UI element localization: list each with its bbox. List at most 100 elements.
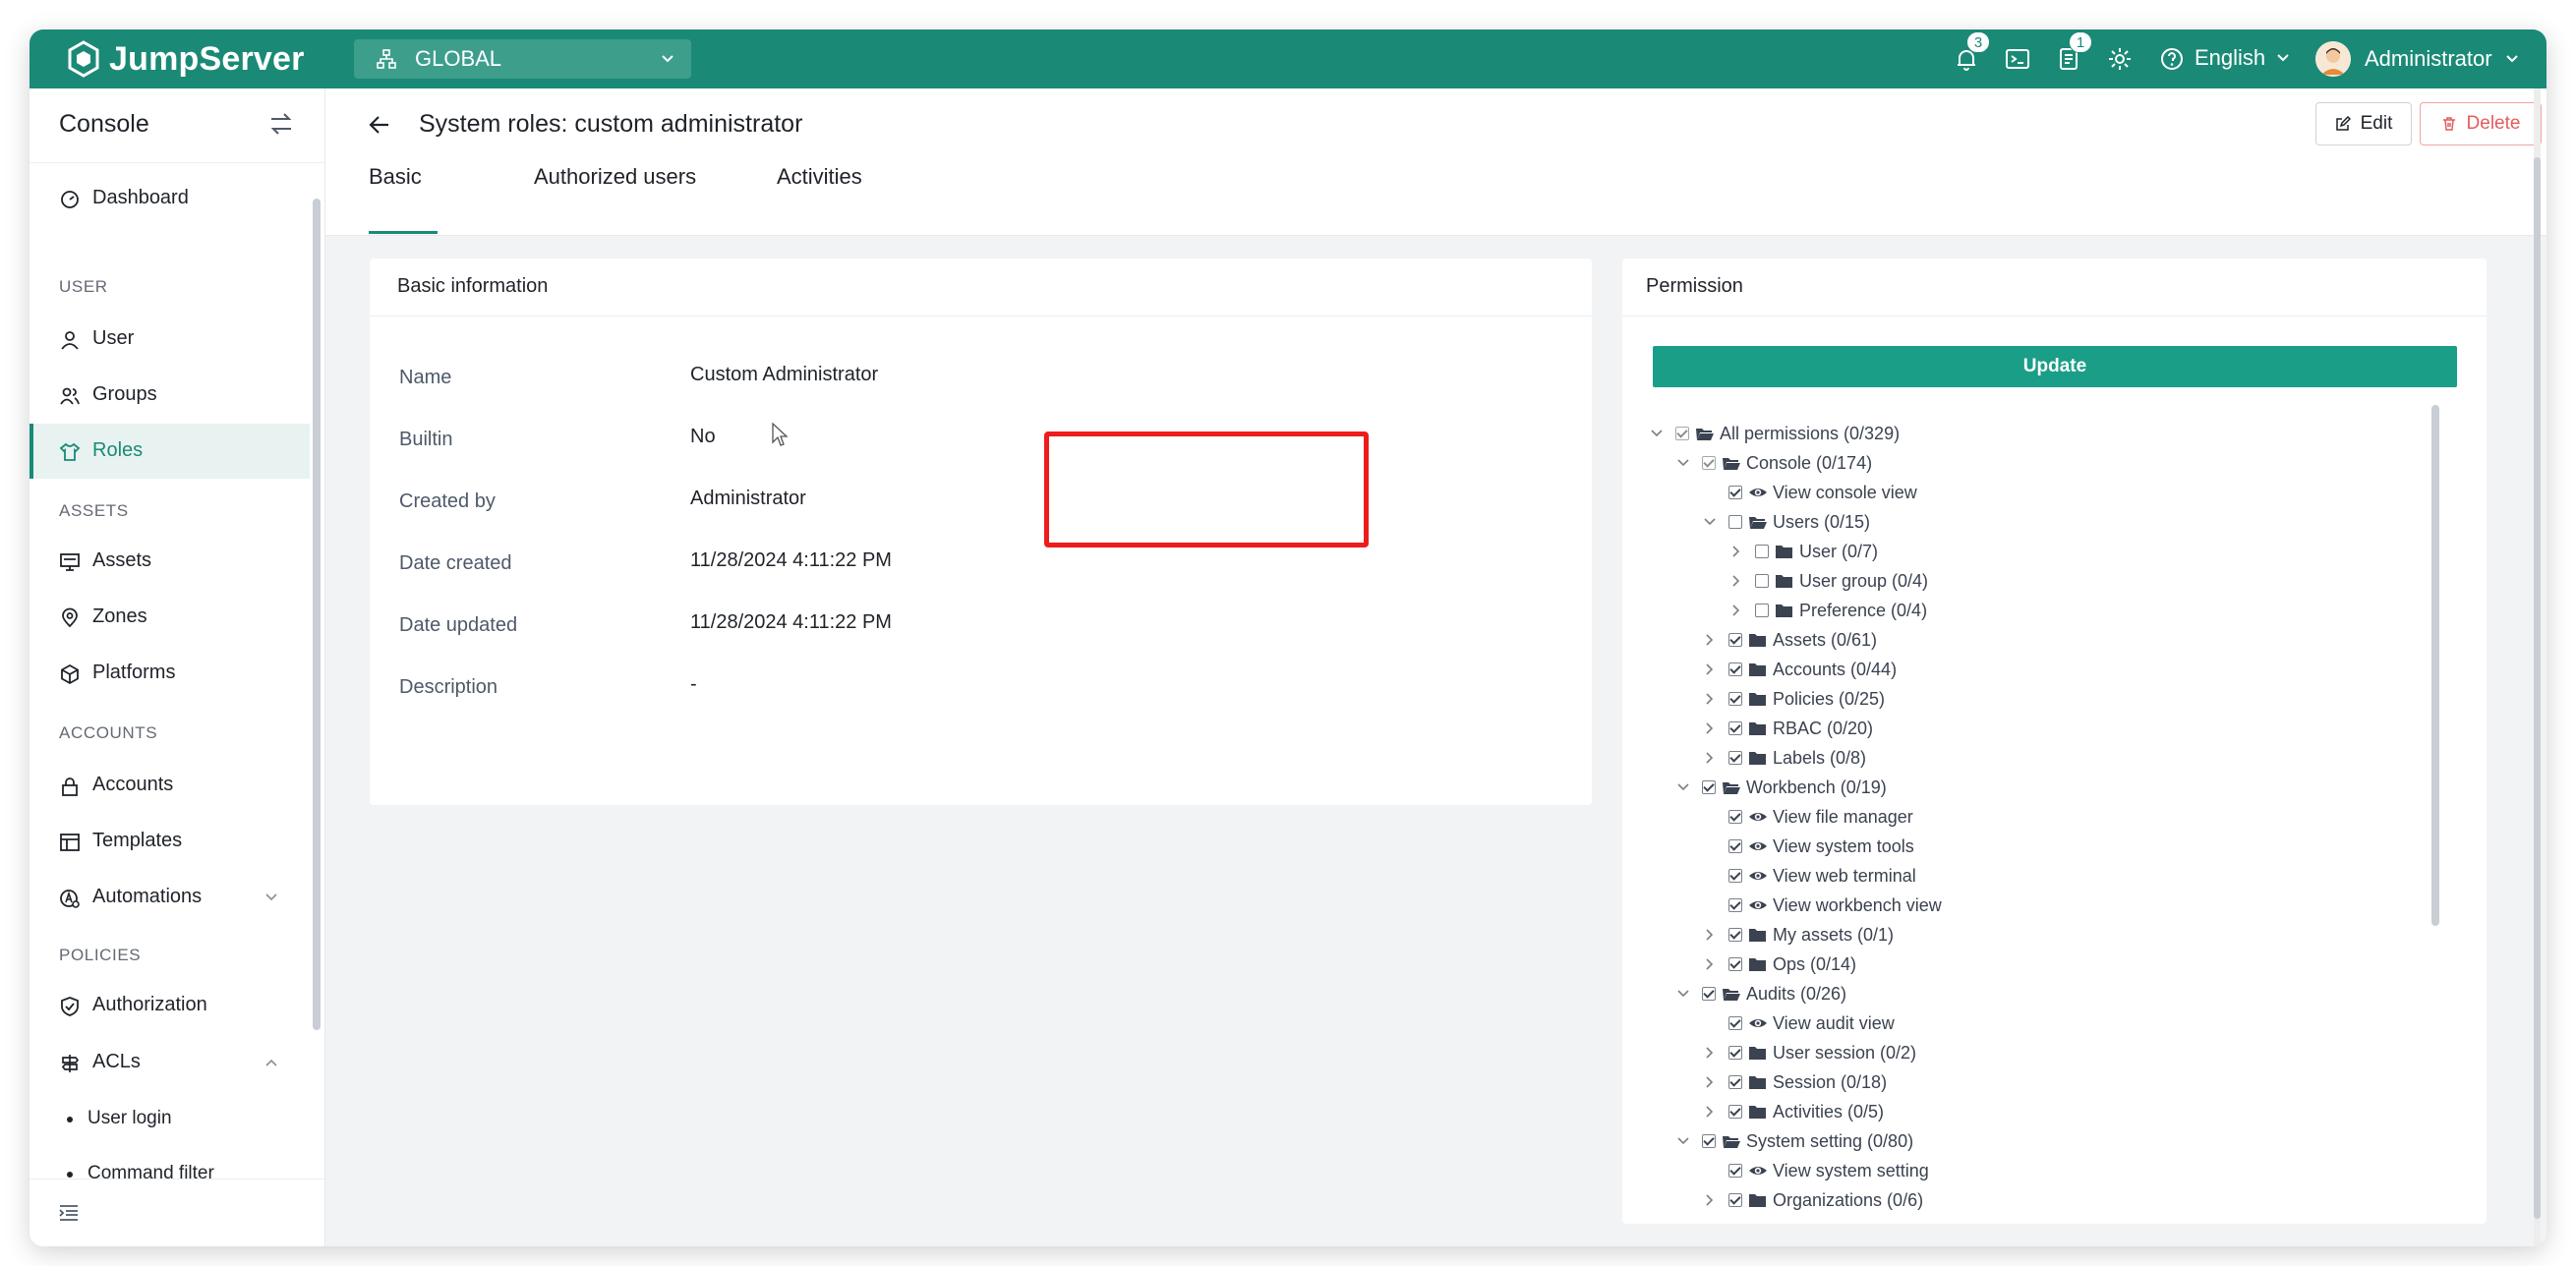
tab-authorized-users[interactable]: Authorized users: [534, 164, 696, 190]
chevron-down-icon[interactable]: [1676, 456, 1690, 470]
tree-node-checkbox[interactable]: [1728, 869, 1742, 883]
tab-basic[interactable]: Basic: [369, 164, 422, 190]
sidebar-item-roles[interactable]: Roles: [29, 424, 310, 479]
tickets-button[interactable]: 1: [2055, 31, 2092, 73]
arrow-left-icon[interactable]: [367, 112, 392, 138]
tree-node-checkbox[interactable]: [1728, 898, 1742, 912]
tree-node-checkbox[interactable]: [1755, 574, 1769, 588]
tab-activities[interactable]: Activities: [777, 164, 862, 190]
tree-node[interactable]: Policies (0/25): [1703, 684, 1885, 714]
chevron-right-icon[interactable]: [1703, 1105, 1717, 1119]
tree-scrollbar[interactable]: [2431, 405, 2439, 926]
tree-node-checkbox[interactable]: [1675, 427, 1689, 440]
tree-node[interactable]: View console view: [1703, 478, 1917, 507]
tree-node-checkbox[interactable]: [1728, 1164, 1742, 1178]
tree-node[interactable]: View file manager: [1703, 802, 1913, 832]
tree-node[interactable]: View web terminal: [1703, 861, 1916, 891]
chevron-right-icon[interactable]: [1703, 633, 1717, 647]
chevron-down-icon[interactable]: [1676, 1134, 1690, 1148]
collapse-menu-icon[interactable]: [57, 1201, 81, 1225]
tree-node-checkbox[interactable]: [1755, 604, 1769, 617]
tree-node[interactable]: User session (0/2): [1703, 1038, 1916, 1067]
tree-node-checkbox[interactable]: [1728, 928, 1742, 942]
tree-node[interactable]: Assets (0/61): [1703, 625, 1877, 655]
chevron-right-icon[interactable]: [1703, 721, 1717, 735]
tree-node-checkbox[interactable]: [1728, 1075, 1742, 1089]
sidebar-item-assets[interactable]: Assets: [29, 534, 310, 589]
organization-select[interactable]: GLOBAL: [354, 39, 691, 79]
delete-button[interactable]: Delete: [2420, 102, 2542, 145]
user-menu[interactable]: Administrator: [2315, 41, 2520, 77]
sidebar-item-acls[interactable]: ACLs: [29, 1035, 310, 1090]
chevron-right-icon[interactable]: [1703, 1046, 1717, 1060]
tree-node[interactable]: System setting (0/80): [1676, 1126, 1913, 1156]
chevron-right-icon[interactable]: [1703, 692, 1717, 706]
sidebar-item-user[interactable]: User: [29, 312, 310, 367]
chevron-right-icon[interactable]: [1703, 957, 1717, 971]
tree-node-checkbox[interactable]: [1728, 1046, 1742, 1060]
tree-node[interactable]: Workbench (0/19): [1676, 773, 1887, 802]
tree-node[interactable]: Activities (0/5): [1703, 1097, 1884, 1126]
tree-node[interactable]: My assets (0/1): [1703, 920, 1894, 950]
tree-node[interactable]: Preference (0/4): [1729, 596, 1927, 625]
update-button[interactable]: Update: [1653, 346, 2457, 387]
main-scrollbar[interactable]: [2534, 88, 2541, 1246]
chevron-down-icon[interactable]: [1703, 515, 1717, 529]
sidebar-item-authorization[interactable]: Authorization: [29, 978, 310, 1033]
chevron-right-icon[interactable]: [1729, 574, 1743, 588]
settings-button[interactable]: [2106, 45, 2134, 73]
tree-node[interactable]: Session (0/18): [1703, 1067, 1887, 1097]
tree-node-checkbox[interactable]: [1728, 839, 1742, 853]
sidebar-item-dashboard[interactable]: Dashboard: [29, 171, 310, 226]
tree-node[interactable]: View workbench view: [1703, 891, 1942, 920]
sidebar-item-automations[interactable]: Automations: [29, 870, 310, 925]
tree-node-checkbox[interactable]: [1755, 545, 1769, 558]
tree-node[interactable]: View system setting: [1703, 1156, 1929, 1185]
tree-node-checkbox[interactable]: [1728, 810, 1742, 824]
chevron-down-icon[interactable]: [1650, 427, 1664, 440]
sidebar-item-zones[interactable]: Zones: [29, 590, 310, 645]
edit-button[interactable]: Edit: [2315, 102, 2412, 145]
language-select[interactable]: English: [2195, 45, 2291, 71]
tree-node-checkbox[interactable]: [1702, 987, 1716, 1001]
sidebar-subitem-user-login[interactable]: User login: [29, 1095, 310, 1144]
chevron-right-icon[interactable]: [1703, 751, 1717, 765]
tree-node[interactable]: View audit view: [1703, 1008, 1895, 1038]
tree-node-checkbox[interactable]: [1728, 1105, 1742, 1119]
tree-node[interactable]: View system tools: [1703, 832, 1914, 861]
web-terminal-button[interactable]: [2004, 45, 2031, 73]
chevron-right-icon[interactable]: [1703, 1193, 1717, 1207]
brand-logo[interactable]: JumpServer: [64, 39, 305, 79]
sidebar-item-accounts[interactable]: Accounts: [29, 758, 310, 813]
tree-node-checkbox[interactable]: [1728, 692, 1742, 706]
tree-node[interactable]: Labels (0/8): [1703, 743, 1866, 773]
notifications-button[interactable]: 3: [1953, 31, 1990, 73]
tree-node[interactable]: Accounts (0/44): [1703, 655, 1897, 684]
tree-node[interactable]: Audits (0/26): [1676, 979, 1846, 1008]
chevron-right-icon[interactable]: [1703, 662, 1717, 676]
chevron-right-icon[interactable]: [1729, 545, 1743, 558]
switch-view-icon[interactable]: [267, 110, 295, 138]
tree-node-checkbox[interactable]: [1728, 1016, 1742, 1030]
tree-node-checkbox[interactable]: [1728, 1193, 1742, 1207]
tree-node-checkbox[interactable]: [1702, 1134, 1716, 1148]
chevron-down-icon[interactable]: [1676, 987, 1690, 1001]
tree-node-checkbox[interactable]: [1728, 721, 1742, 735]
sidebar-item-groups[interactable]: Groups: [29, 368, 310, 423]
tree-node-checkbox[interactable]: [1728, 751, 1742, 765]
tree-node-checkbox[interactable]: [1728, 515, 1742, 529]
tree-node[interactable]: All permissions (0/329): [1650, 419, 1900, 448]
tree-node[interactable]: Organizations (0/6): [1703, 1185, 1923, 1215]
chevron-down-icon[interactable]: [1676, 780, 1690, 794]
help-button[interactable]: [2158, 45, 2186, 73]
sidebar-item-platforms[interactable]: Platforms: [29, 646, 310, 701]
chevron-right-icon[interactable]: [1703, 1075, 1717, 1089]
tree-node[interactable]: Users (0/15): [1703, 507, 1870, 537]
sidebar-scrollbar[interactable]: [313, 199, 321, 1030]
tree-node[interactable]: User (0/7): [1729, 537, 1878, 566]
tree-node-checkbox[interactable]: [1728, 486, 1742, 499]
tree-node[interactable]: User group (0/4): [1729, 566, 1928, 596]
tree-node[interactable]: Ops (0/14): [1703, 950, 1856, 979]
tree-node[interactable]: Console (0/174): [1676, 448, 1872, 478]
tree-node[interactable]: RBAC (0/20): [1703, 714, 1873, 743]
